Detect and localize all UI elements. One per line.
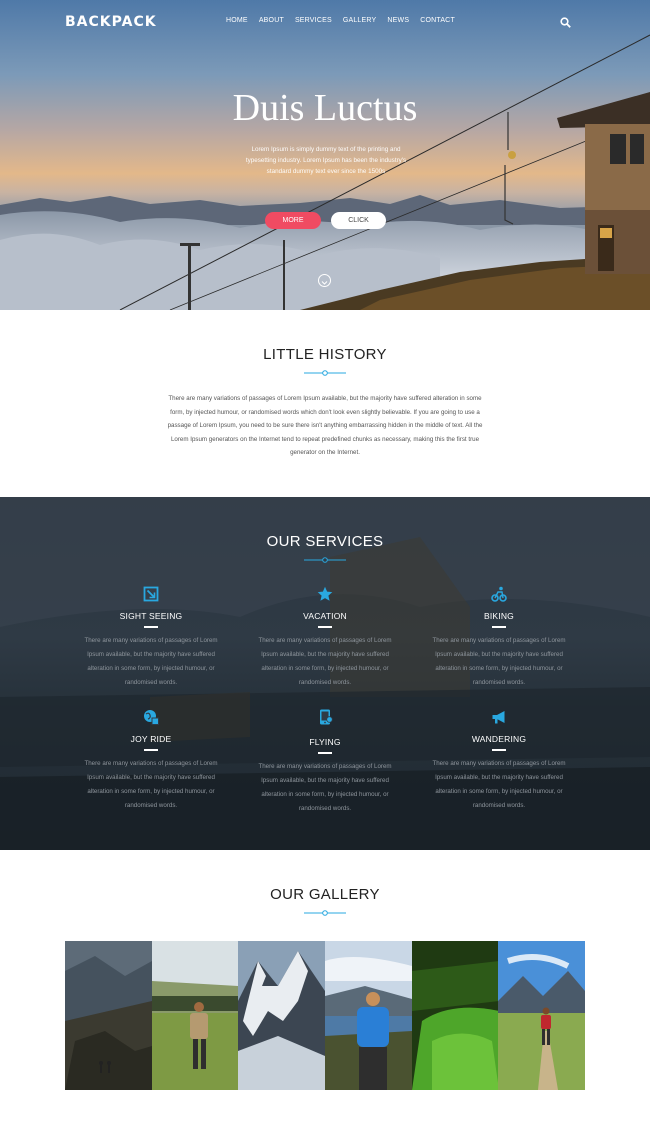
service-description: There are many variations of passages of… [258, 762, 392, 812]
gallery-image-mountain-valley[interactable] [65, 941, 152, 1090]
gallery-image-green-moss[interactable] [411, 941, 499, 1090]
biking-icon [491, 586, 507, 602]
services-divider [304, 557, 346, 563]
nav-item-news[interactable]: NEWS [387, 17, 409, 24]
gallery-divider [304, 910, 346, 916]
service-name: SIGHT SEEING [119, 611, 183, 621]
service-underline [318, 752, 332, 754]
scroll-down-button[interactable] [318, 274, 331, 287]
mobile-icon [320, 709, 333, 725]
service-underline [492, 626, 506, 628]
service-name: WANDERING [471, 734, 527, 744]
hero-title: Duis Luctus [232, 87, 418, 129]
service-description: There are many variations of passages of… [258, 636, 392, 686]
sight-seeing-icon [143, 586, 159, 602]
hero-text: Lorem Ipsum is simply dummy text of the … [245, 146, 407, 175]
service-description: There are many variations of passages of… [432, 636, 566, 686]
service-underline [144, 749, 158, 751]
gallery-title: OUR GALLERY [270, 886, 380, 903]
service-description: There are many variations of passages of… [432, 759, 566, 809]
nav-item-contact[interactable]: CONTACT [420, 17, 455, 24]
service-biking[interactable]: BIKING There are many variations of pass… [424, 586, 574, 690]
nav-item-gallery[interactable]: GALLERY [343, 17, 377, 24]
top-navigation: BACKPACK HOME ABOUT SERVICES GALLERY NEW… [0, 0, 650, 42]
services-section: OUR SERVICES SIGHT SEEING There are many… [0, 497, 650, 850]
history-text: There are many variations of passages of… [167, 395, 483, 457]
main-menu: HOME ABOUT SERVICES GALLERY NEWS CONTACT [226, 17, 455, 24]
service-name: FLYING [309, 737, 341, 747]
click-button[interactable]: CLICK [331, 212, 386, 229]
site-logo[interactable]: BACKPACK [65, 14, 157, 30]
service-underline [318, 626, 332, 628]
nav-item-home[interactable]: HOME [226, 17, 248, 24]
service-description: There are many variations of passages of… [84, 636, 218, 686]
gallery-grid [65, 941, 585, 1090]
service-sight-seeing[interactable]: SIGHT SEEING There are many variations o… [76, 586, 226, 690]
service-name: VACATION [303, 611, 347, 621]
service-vacation[interactable]: VACATION There are many variations of pa… [250, 586, 400, 690]
service-joy-ride[interactable]: JOY RIDE There are many variations of pa… [76, 709, 226, 813]
service-flying[interactable]: FLYING There are many variations of pass… [250, 709, 400, 816]
gallery-image-hiker-lake[interactable] [324, 941, 412, 1090]
service-wandering[interactable]: WANDERING There are many variations of p… [424, 709, 574, 813]
nav-item-about[interactable]: ABOUT [259, 17, 284, 24]
service-underline [144, 626, 158, 628]
megaphone-icon [492, 711, 505, 724]
gallery-image-hiker-trail[interactable] [498, 941, 585, 1090]
hero-banner: BACKPACK HOME ABOUT SERVICES GALLERY NEW… [0, 0, 650, 310]
gallery-image-snowy-peaks[interactable] [238, 941, 325, 1090]
nav-item-services[interactable]: SERVICES [295, 17, 332, 24]
history-divider [304, 370, 346, 376]
star-icon [317, 586, 333, 601]
globe-icon [144, 710, 159, 725]
history-title: LITTLE HISTORY [263, 346, 387, 363]
services-title: OUR SERVICES [266, 533, 384, 550]
service-description: There are many variations of passages of… [84, 759, 218, 809]
search-icon[interactable] [560, 17, 571, 28]
service-underline [492, 749, 506, 751]
service-name: BIKING [483, 611, 514, 621]
service-name: JOY RIDE [130, 734, 172, 744]
more-button[interactable]: MORE [265, 212, 321, 229]
chevron-down-icon [321, 281, 328, 285]
gallery-image-hiker-forest[interactable] [151, 941, 239, 1090]
